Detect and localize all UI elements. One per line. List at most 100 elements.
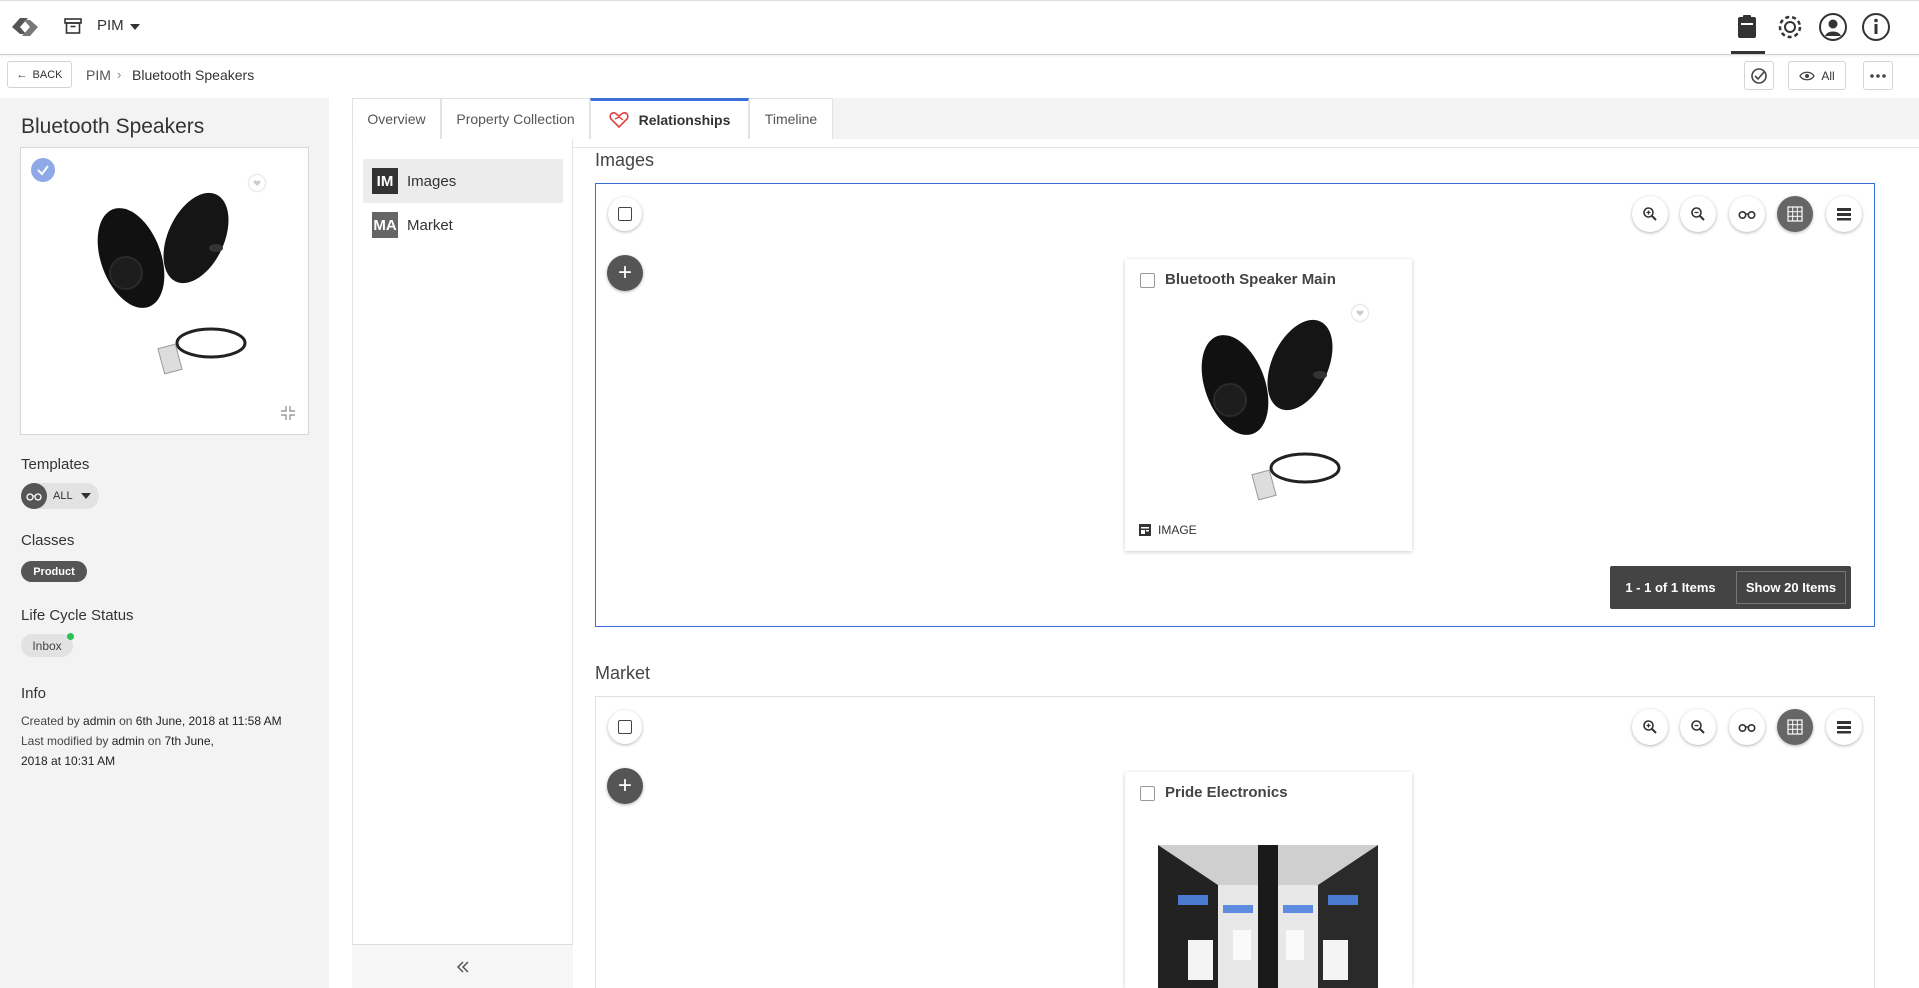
entity-title: Bluetooth Speakers (21, 115, 205, 138)
breadcrumb-item-current: Bluetooth Speakers (132, 67, 255, 83)
info-icon[interactable] (1860, 11, 1892, 43)
list-view-button[interactable] (1826, 196, 1862, 232)
glasses-icon (1738, 724, 1756, 732)
card-type-label: IMAGE (1158, 523, 1197, 537)
entity-thumbnail[interactable] (20, 147, 309, 435)
back-label: BACK (32, 68, 63, 81)
check-circle-icon (1751, 67, 1767, 84)
archive-icon[interactable] (63, 16, 83, 36)
collapse-nav-button[interactable] (352, 944, 573, 988)
market-select-all-checkbox[interactable] (608, 710, 642, 744)
card-title: Bluetooth Speaker Main (1165, 271, 1336, 288)
store-interior-image (1158, 845, 1378, 988)
view-template-button[interactable] (1729, 196, 1765, 232)
grid-view-button[interactable] (1777, 709, 1813, 745)
nav-badge: IM (372, 168, 398, 194)
template-value: ALL (53, 490, 73, 502)
active-module-indicator (1731, 51, 1765, 54)
modified-info: Last modified by admin on 7th June, (21, 734, 214, 749)
tab-label: Timeline (764, 111, 818, 127)
modified-on: on (147, 734, 162, 748)
nav-badge: MA (372, 212, 398, 238)
template-glasses-icon (21, 483, 47, 509)
breadcrumb-separator-icon: › (117, 67, 122, 82)
back-button[interactable]: ← BACK (7, 61, 72, 88)
grid-view-button[interactable] (1777, 196, 1813, 232)
nav-item-label: Images (407, 172, 457, 190)
grid-icon (1787, 206, 1803, 222)
more-options-button[interactable] (1863, 61, 1893, 90)
grid-icon (1787, 719, 1803, 735)
zoom-in-icon (1643, 720, 1657, 734)
relationship-nav-panel (352, 139, 573, 988)
status-dot-icon (67, 633, 74, 640)
images-add-button[interactable]: + (607, 255, 643, 291)
module-selector[interactable]: PIM (97, 17, 124, 34)
template-selector[interactable]: ALL (21, 483, 99, 509)
glasses-icon (1738, 211, 1756, 219)
zoom-in-button[interactable] (1632, 196, 1668, 232)
zoom-in-button[interactable] (1632, 709, 1668, 745)
card-type: IMAGE (1138, 523, 1197, 537)
created-by: admin (83, 714, 116, 728)
modified-info-cont: 2018 at 10:31 AM (21, 754, 115, 769)
market-add-button[interactable]: + (607, 768, 643, 804)
class-chip[interactable]: Product (21, 561, 87, 582)
tab-relationships[interactable]: Relationships (590, 98, 749, 139)
modified-date-1: 7th June, (164, 734, 214, 748)
double-chevron-left-icon (456, 960, 469, 973)
collapse-arrows-icon[interactable] (280, 405, 296, 421)
eye-icon (1799, 71, 1816, 80)
gear-icon[interactable] (1774, 11, 1806, 43)
modified-date-2: 2018 at 10:31 AM (21, 754, 116, 768)
zoom-in-icon (1643, 207, 1657, 221)
favorite-heart-icon[interactable] (249, 175, 265, 191)
nav-item-label: Market (407, 216, 453, 234)
tab-property-collection[interactable]: Property Collection (441, 98, 590, 139)
image-type-icon (1139, 524, 1151, 536)
more-horizontal-icon (1870, 73, 1886, 78)
tab-label: Property Collection (456, 111, 575, 127)
list-icon (1837, 208, 1851, 221)
tab-timeline[interactable]: Timeline (749, 98, 833, 139)
templates-label: Templates (21, 456, 90, 473)
tab-label: Relationships (638, 112, 731, 128)
images-section-title: Images (595, 150, 655, 170)
clipboard-icon[interactable] (1731, 11, 1763, 43)
card-checkbox[interactable] (1140, 273, 1155, 288)
view-template-button[interactable] (1729, 709, 1765, 745)
images-select-all-checkbox[interactable] (608, 197, 642, 231)
view-filter-label: All (1821, 68, 1835, 83)
entity-select-checkbox[interactable] (31, 158, 55, 182)
pagination-range: 1 - 1 of 1 Items (1625, 580, 1716, 595)
page-size-button[interactable]: Show 20 Items (1736, 571, 1846, 604)
info-label: Info (21, 685, 47, 702)
view-filter-button[interactable]: All (1788, 61, 1846, 90)
lifecycle-status-chip[interactable]: Inbox (21, 634, 73, 657)
market-section-title: Market (595, 663, 651, 683)
list-icon (1837, 721, 1851, 734)
created-on: on (119, 714, 133, 728)
classes-label: Classes (21, 532, 75, 549)
chevron-down-icon (80, 493, 91, 499)
tab-overview[interactable]: Overview (352, 98, 441, 139)
card-checkbox[interactable] (1140, 786, 1155, 801)
nav-item-images[interactable]: IM Images (363, 159, 563, 203)
tab-label: Overview (367, 111, 426, 127)
arrow-left-icon: ← (16, 68, 28, 81)
breadcrumb-item-pim[interactable]: PIM (86, 67, 111, 83)
nav-item-market[interactable]: MA Market (363, 203, 563, 247)
modified-prefix: Last modified by (21, 734, 109, 748)
zoom-out-icon (1691, 720, 1705, 734)
created-date: 6th June, 2018 at 11:58 AM (135, 714, 282, 728)
zoom-out-button[interactable] (1680, 196, 1716, 232)
list-view-button[interactable] (1826, 709, 1862, 745)
user-icon[interactable] (1817, 11, 1849, 43)
zoom-out-button[interactable] (1680, 709, 1716, 745)
chevron-down-icon[interactable] (130, 24, 140, 30)
zoom-out-icon (1691, 207, 1705, 221)
relationships-heart-icon (609, 112, 629, 129)
check-task-button[interactable] (1744, 61, 1774, 90)
modified-by: admin (111, 734, 145, 748)
logo-icon[interactable] (6, 10, 44, 44)
